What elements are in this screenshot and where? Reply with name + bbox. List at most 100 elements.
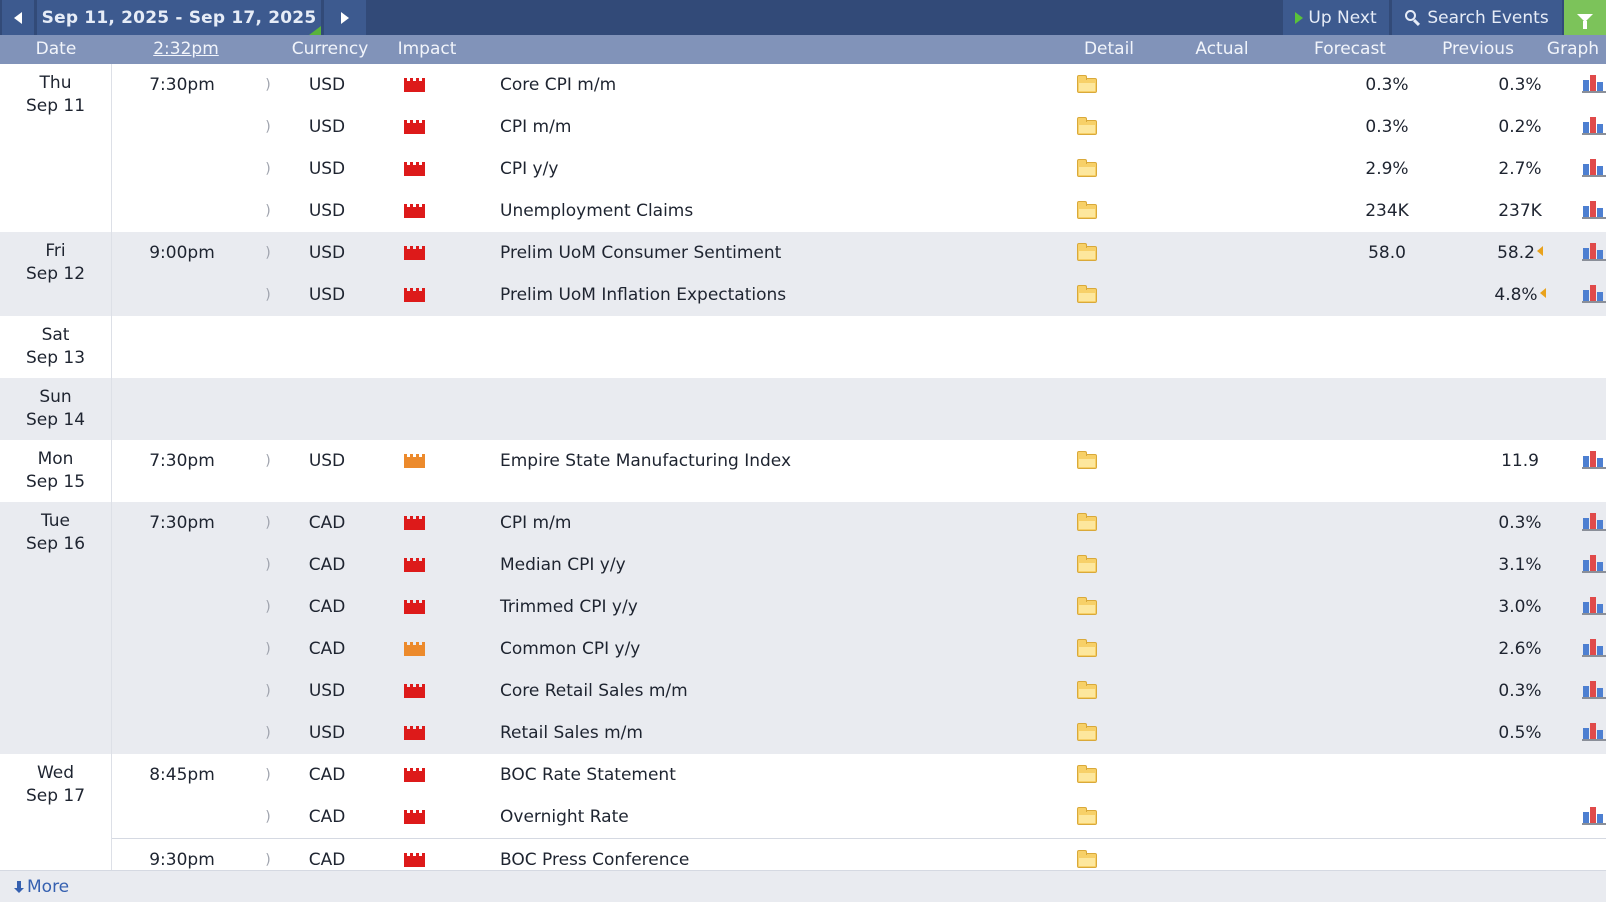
detail-cell[interactable] bbox=[1060, 106, 1110, 148]
detail-cell[interactable] bbox=[1060, 670, 1110, 712]
event-row[interactable]: ) USD Retail Sales m/m 0.5% bbox=[112, 712, 1606, 754]
event-name[interactable]: Median CPI y/y bbox=[500, 544, 1060, 586]
event-name[interactable]: Unemployment Claims bbox=[500, 190, 1060, 232]
search-events-button[interactable]: Search Events bbox=[1392, 0, 1562, 35]
detail-cell[interactable] bbox=[1060, 190, 1110, 232]
event-name[interactable]: Prelim UoM Inflation Expectations bbox=[500, 274, 1060, 316]
event-row[interactable]: ) USD CPI m/m 0.3% 0.2% bbox=[112, 106, 1606, 148]
sound-alert-icon[interactable]: ) bbox=[252, 190, 284, 232]
detail-cell[interactable] bbox=[1060, 274, 1110, 316]
folder-icon[interactable] bbox=[1077, 765, 1097, 783]
graph-cell[interactable] bbox=[1560, 148, 1606, 190]
event-row[interactable]: 9:00pm) USD Prelim UoM Consumer Sentiment 5… bbox=[112, 232, 1606, 274]
folder-icon[interactable] bbox=[1077, 639, 1097, 657]
event-name[interactable]: CPI m/m bbox=[500, 502, 1060, 544]
event-row[interactable]: 7:30pm) CAD CPI m/m 0.3% bbox=[112, 502, 1606, 544]
graph-cell[interactable] bbox=[1560, 190, 1606, 232]
folder-icon[interactable] bbox=[1077, 117, 1097, 135]
graph-cell[interactable] bbox=[1560, 670, 1606, 712]
folder-icon[interactable] bbox=[1077, 555, 1097, 573]
folder-icon[interactable] bbox=[1077, 807, 1097, 825]
bar-chart-icon[interactable] bbox=[1582, 597, 1606, 615]
event-name[interactable]: Prelim UoM Consumer Sentiment bbox=[500, 232, 1060, 274]
header-time-link[interactable]: 2:32pm bbox=[112, 35, 260, 64]
bar-chart-icon[interactable] bbox=[1582, 285, 1606, 303]
more-link[interactable]: More bbox=[14, 871, 69, 903]
detail-cell[interactable] bbox=[1060, 440, 1110, 482]
bar-chart-icon[interactable] bbox=[1582, 159, 1606, 177]
detail-cell[interactable] bbox=[1060, 148, 1110, 190]
detail-cell[interactable] bbox=[1060, 754, 1110, 796]
graph-cell[interactable] bbox=[1560, 796, 1606, 838]
sound-alert-icon[interactable]: ) bbox=[252, 544, 284, 586]
folder-icon[interactable] bbox=[1077, 723, 1097, 741]
filter-button[interactable] bbox=[1564, 0, 1606, 35]
graph-cell[interactable] bbox=[1560, 712, 1606, 754]
event-row[interactable]: ) USD Core Retail Sales m/m 0.3% bbox=[112, 670, 1606, 712]
graph-cell[interactable] bbox=[1560, 440, 1606, 482]
graph-cell[interactable] bbox=[1560, 586, 1606, 628]
detail-cell[interactable] bbox=[1060, 712, 1110, 754]
event-row[interactable]: ) CAD Overnight Rate bbox=[112, 796, 1606, 838]
graph-cell[interactable] bbox=[1560, 274, 1606, 316]
sound-alert-icon[interactable]: ) bbox=[252, 670, 284, 712]
event-name[interactable]: Retail Sales m/m bbox=[500, 712, 1060, 754]
bar-chart-icon[interactable] bbox=[1582, 681, 1606, 699]
detail-cell[interactable] bbox=[1060, 796, 1110, 838]
folder-icon[interactable] bbox=[1077, 850, 1097, 868]
date-range-selector[interactable]: Sep 11, 2025 - Sep 17, 2025 bbox=[37, 0, 321, 35]
bar-chart-icon[interactable] bbox=[1582, 451, 1606, 469]
revised-marker-icon[interactable] bbox=[1536, 246, 1543, 256]
graph-cell[interactable] bbox=[1560, 628, 1606, 670]
folder-icon[interactable] bbox=[1077, 285, 1097, 303]
detail-cell[interactable] bbox=[1060, 502, 1110, 544]
folder-icon[interactable] bbox=[1077, 159, 1097, 177]
bar-chart-icon[interactable] bbox=[1582, 201, 1606, 219]
sound-alert-icon[interactable]: ) bbox=[252, 586, 284, 628]
detail-cell[interactable] bbox=[1060, 544, 1110, 586]
event-row[interactable]: ) CAD Median CPI y/y 3.1% bbox=[112, 544, 1606, 586]
event-name[interactable]: CPI y/y bbox=[500, 148, 1060, 190]
event-name[interactable]: Core CPI m/m bbox=[500, 64, 1060, 106]
sound-alert-icon[interactable]: ) bbox=[252, 274, 284, 316]
event-name[interactable]: Core Retail Sales m/m bbox=[500, 670, 1060, 712]
event-name[interactable]: Empire State Manufacturing Index bbox=[500, 440, 1060, 482]
event-name[interactable]: CPI m/m bbox=[500, 106, 1060, 148]
event-name[interactable]: Overnight Rate bbox=[500, 796, 1060, 838]
previous-week-button[interactable] bbox=[2, 0, 34, 35]
sound-alert-icon[interactable]: ) bbox=[252, 440, 284, 482]
graph-cell[interactable] bbox=[1560, 544, 1606, 586]
sound-alert-icon[interactable]: ) bbox=[252, 502, 284, 544]
sound-alert-icon[interactable]: ) bbox=[252, 712, 284, 754]
folder-icon[interactable] bbox=[1077, 243, 1097, 261]
sound-alert-icon[interactable]: ) bbox=[252, 148, 284, 190]
event-name[interactable]: Common CPI y/y bbox=[500, 628, 1060, 670]
detail-cell[interactable] bbox=[1060, 628, 1110, 670]
next-week-button[interactable] bbox=[324, 0, 366, 35]
sound-alert-icon[interactable]: ) bbox=[252, 64, 284, 106]
bar-chart-icon[interactable] bbox=[1582, 807, 1606, 825]
sound-alert-icon[interactable]: ) bbox=[252, 754, 284, 796]
folder-icon[interactable] bbox=[1077, 513, 1097, 531]
graph-cell[interactable] bbox=[1560, 106, 1606, 148]
bar-chart-icon[interactable] bbox=[1582, 639, 1606, 657]
bar-chart-icon[interactable] bbox=[1582, 723, 1606, 741]
sound-alert-icon[interactable]: ) bbox=[252, 232, 284, 274]
folder-icon[interactable] bbox=[1077, 681, 1097, 699]
folder-icon[interactable] bbox=[1077, 597, 1097, 615]
detail-cell[interactable] bbox=[1060, 232, 1110, 274]
bar-chart-icon[interactable] bbox=[1582, 513, 1606, 531]
event-row[interactable]: 8:45pm) CAD BOC Rate Statement bbox=[112, 754, 1606, 796]
folder-icon[interactable] bbox=[1077, 201, 1097, 219]
event-row[interactable]: 7:30pm) USD Empire State Manufacturing Ind… bbox=[112, 440, 1606, 482]
folder-icon[interactable] bbox=[1077, 75, 1097, 93]
event-name[interactable]: Trimmed CPI y/y bbox=[500, 586, 1060, 628]
graph-cell[interactable] bbox=[1560, 64, 1606, 106]
event-row[interactable]: ) USD Unemployment Claims 234K 237K bbox=[112, 190, 1606, 232]
sound-alert-icon[interactable]: ) bbox=[252, 796, 284, 838]
sound-alert-icon[interactable]: ) bbox=[252, 628, 284, 670]
bar-chart-icon[interactable] bbox=[1582, 75, 1606, 93]
event-row[interactable]: 7:30pm) USD Core CPI m/m 0.3% 0.3% bbox=[112, 64, 1606, 106]
event-row[interactable]: ) USD Prelim UoM Inflation Expectations 4.8… bbox=[112, 274, 1606, 316]
revised-marker-icon[interactable] bbox=[1539, 288, 1546, 298]
